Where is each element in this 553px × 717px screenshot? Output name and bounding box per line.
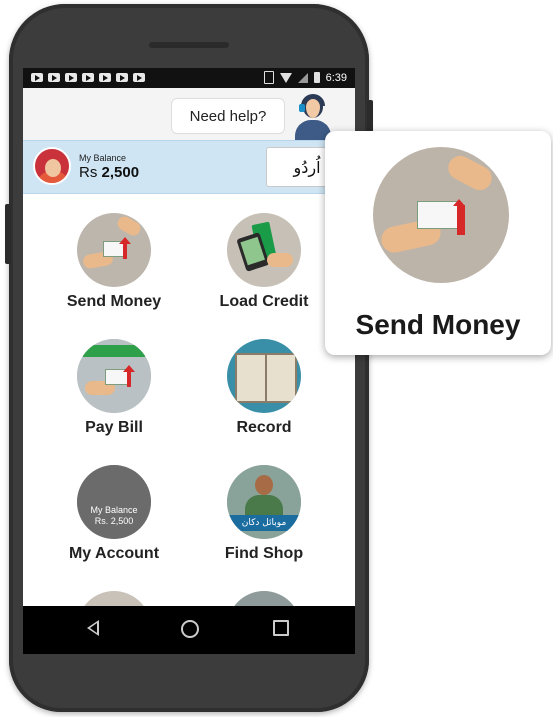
avatar-face	[45, 159, 61, 177]
find-shop-icon: موبائل دکان	[227, 465, 301, 539]
tile-label: Find Shop	[224, 545, 304, 562]
tile-send-money[interactable]: Send Money	[39, 203, 189, 321]
service-grid: Send Money Load Credit Pay Bill Record M…	[23, 193, 355, 631]
video-icon	[116, 73, 128, 82]
phone-screen: 6:39 Need help? My Balance Rs 2,500 اُرد…	[23, 68, 355, 654]
arrow-up-icon	[123, 365, 135, 387]
status-time: 6:39	[325, 71, 347, 84]
balance-currency: Rs	[79, 164, 98, 181]
arrow-up-icon	[453, 199, 465, 235]
video-icon	[99, 73, 111, 82]
vibrate-icon	[263, 71, 274, 84]
bill-header-strip	[83, 345, 145, 357]
shop-sign: موبائل دکان	[227, 515, 301, 531]
arrow-up-icon	[119, 237, 131, 259]
battery-icon	[313, 72, 320, 83]
need-help-button[interactable]: Need help?	[171, 98, 285, 134]
tile-label: Load Credit	[219, 293, 309, 310]
tile-label: Record	[236, 419, 292, 436]
notification-icons	[31, 73, 145, 82]
hand-shape	[115, 213, 143, 239]
wallet-balance-label: My Balance	[90, 505, 138, 515]
balance-label: My Balance	[79, 153, 127, 163]
hand-shape	[444, 151, 496, 195]
wallet-balance-text: My Balance Rs. 2,500	[77, 505, 151, 527]
status-bar: 6:39	[23, 68, 355, 88]
ledger-book-shape	[235, 353, 297, 403]
recent-apps-icon[interactable]	[273, 620, 289, 636]
agent-head	[303, 96, 323, 118]
hand-shape	[267, 253, 293, 267]
video-icon	[31, 73, 43, 82]
back-icon[interactable]	[87, 620, 99, 636]
balance-bar: My Balance Rs 2,500 اُردُو	[23, 140, 355, 194]
balance-amount: Rs 2,500	[79, 164, 139, 181]
my-account-icon: My Balance Rs. 2,500	[77, 465, 151, 539]
record-book-icon	[227, 339, 301, 413]
wifi-icon	[279, 72, 292, 83]
send-money-icon	[77, 213, 151, 287]
pay-bill-icon	[77, 339, 151, 413]
tile-my-account[interactable]: My Balance Rs. 2,500 My Account	[39, 455, 189, 573]
load-credit-icon	[227, 213, 301, 287]
callout-label: Send Money	[355, 309, 521, 340]
tile-pay-bill[interactable]: Pay Bill	[39, 329, 189, 447]
p-icon	[133, 73, 145, 82]
help-bar: Need help?	[23, 88, 355, 140]
tile-label: Send Money	[66, 293, 162, 310]
home-icon[interactable]	[181, 620, 199, 638]
volume-button	[5, 204, 11, 264]
send-money-icon	[373, 147, 509, 283]
earpiece-speaker	[149, 42, 229, 48]
avatar[interactable]	[33, 147, 71, 185]
send-money-callout: Send Money	[325, 131, 551, 355]
wallet-balance-amount: Rs. 2,500	[94, 516, 134, 526]
headset-mic-icon	[299, 104, 305, 112]
tile-find-shop[interactable]: موبائل دکان Find Shop	[189, 455, 339, 573]
video-icon	[48, 73, 60, 82]
navigation-bar	[23, 606, 355, 654]
balance-value: 2,500	[101, 164, 140, 181]
system-icons: 6:39	[263, 71, 347, 84]
tile-label: My Account	[68, 545, 160, 562]
signal-icon	[297, 72, 308, 83]
wallet-shape	[77, 465, 151, 539]
video-icon	[65, 73, 77, 82]
video-icon	[82, 73, 94, 82]
tile-record[interactable]: Record	[189, 329, 339, 447]
tile-label: Pay Bill	[85, 419, 143, 436]
shopkeeper-head	[255, 475, 273, 495]
tile-load-credit[interactable]: Load Credit	[189, 203, 339, 321]
